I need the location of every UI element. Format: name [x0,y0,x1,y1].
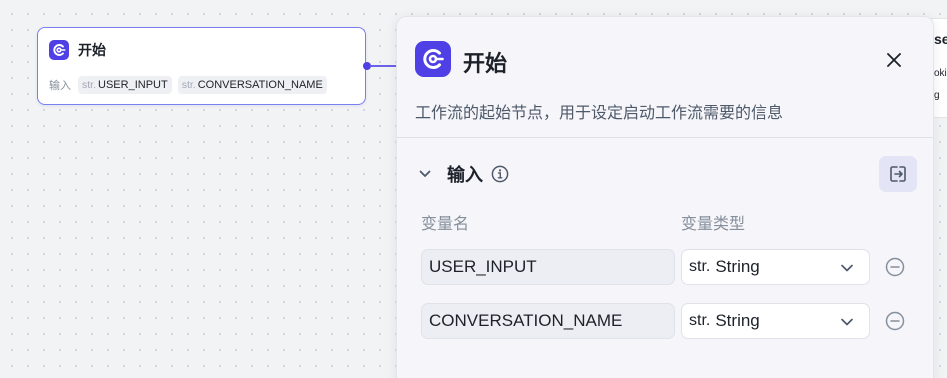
node-config-panel: 开始 工作流的起始节点，用于设定启动工作流需要的信息 输入 变量名 变量类型 U… [396,16,934,378]
start-node-inputs-label: 输入 [49,80,71,92]
edge-connector [370,65,396,67]
variable-tag: str. CONVERSATION_NAME [177,76,327,94]
adjacent-node-row: oki [934,68,947,79]
variable-tag: str. USER_INPUT [78,76,172,94]
start-node-icon [49,40,69,60]
variable-row: str. String [397,249,933,285]
start-node-header: 开始 [49,40,106,60]
start-node[interactable]: 开始 输入 str. USER_INPUT str. CONVERSATION_… [37,27,366,105]
type-prefix: str. [689,312,711,329]
export-variables-button[interactable] [879,156,917,192]
start-node-title: 开始 [78,42,106,58]
variable-tag-name: CONVERSATION_NAME [197,79,323,91]
column-header-type: 变量类型 [681,216,746,233]
adjacent-node-row: g [934,90,940,101]
minus-circle-icon [885,311,905,331]
inputs-section-header: 输入 [417,161,509,187]
variable-type-select[interactable]: str. String [681,249,870,285]
variable-tag-type: str. [181,79,196,91]
start-node-inputs: 输入 str. USER_INPUT str. CONVERSATION_NAM… [49,76,333,94]
panel-title: 开始 [463,51,508,76]
type-value: String [715,257,760,276]
variable-tag-name: USER_INPUT [98,79,168,91]
panel-header: 开始 工作流的起始节点，用于设定启动工作流需要的信息 [397,17,933,138]
adjacent-node-title: se [934,31,947,47]
remove-variable-button[interactable] [885,257,905,277]
variable-name-input[interactable] [421,249,675,285]
variable-type-select[interactable]: str. String [681,303,870,339]
variable-tag-type: str. [82,79,97,91]
chevron-down-icon [839,314,855,330]
variable-row: str. String [397,303,933,339]
info-icon[interactable] [491,165,509,183]
panel-description: 工作流的起始节点，用于设定启动工作流需要的信息 [415,105,784,122]
type-value: String [715,311,760,330]
variable-name-input[interactable] [421,303,675,339]
export-icon [890,166,906,182]
column-header-name: 变量名 [421,216,470,233]
start-node-icon [415,41,451,77]
remove-variable-button[interactable] [885,311,905,331]
minus-circle-icon [885,257,905,277]
close-button[interactable] [879,45,909,75]
chevron-down-icon [839,260,855,276]
type-prefix: str. [689,258,711,275]
close-icon [887,53,901,67]
section-title: 输入 [447,165,483,185]
chevron-down-icon[interactable] [417,166,433,182]
